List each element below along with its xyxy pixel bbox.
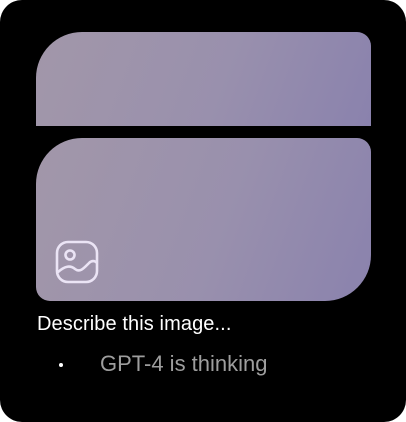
prompt-text: Describe this image... bbox=[37, 313, 232, 335]
typing-indicator-dot bbox=[59, 363, 63, 367]
image-placeholder-top bbox=[36, 32, 371, 126]
chat-message-card: Describe this image... GPT-4 is thinking bbox=[0, 0, 406, 422]
image-icon bbox=[55, 240, 99, 284]
image-placeholder[interactable] bbox=[36, 138, 371, 301]
status-text: GPT-4 is thinking bbox=[100, 351, 268, 376]
